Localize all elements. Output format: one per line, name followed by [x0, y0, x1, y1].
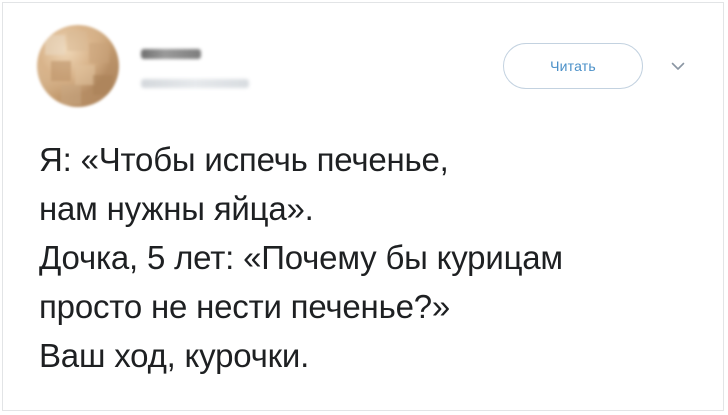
avatar-pixel	[61, 85, 81, 105]
avatar-pixel	[89, 43, 109, 63]
tweet-line: просто не нести печенье?»	[39, 288, 451, 325]
chevron-down-icon-glyph	[671, 62, 685, 70]
avatar-pixel	[93, 75, 113, 95]
tweet-card: Читать Я: «Чтобы испечь печенье, нам нуж…	[2, 2, 724, 411]
chevron-down-icon[interactable]	[663, 53, 693, 79]
follow-button[interactable]: Читать	[503, 43, 643, 89]
avatar-pixel	[45, 35, 65, 55]
avatar-pixel	[75, 65, 95, 85]
follow-button-label: Читать	[550, 58, 596, 74]
tweet-line: нам нужны яйца».	[39, 190, 314, 227]
tweet-line: Дочка, 5 лет: «Почему бы курицам	[39, 239, 563, 276]
author-info	[141, 45, 281, 95]
tweet-line: Я: «Чтобы испечь печенье,	[39, 141, 449, 178]
avatar-pixel	[67, 31, 87, 51]
tweet-header: Читать	[37, 25, 697, 115]
avatar[interactable]	[37, 25, 119, 107]
author-handle-redacted[interactable]	[141, 79, 249, 88]
author-name-redacted[interactable]	[141, 49, 201, 59]
avatar-pixel	[51, 61, 71, 81]
tweet-line: Ваш ход, курочки.	[39, 337, 310, 374]
tweet-text: Я: «Чтобы испечь печенье, нам нужны яйца…	[39, 135, 709, 380]
